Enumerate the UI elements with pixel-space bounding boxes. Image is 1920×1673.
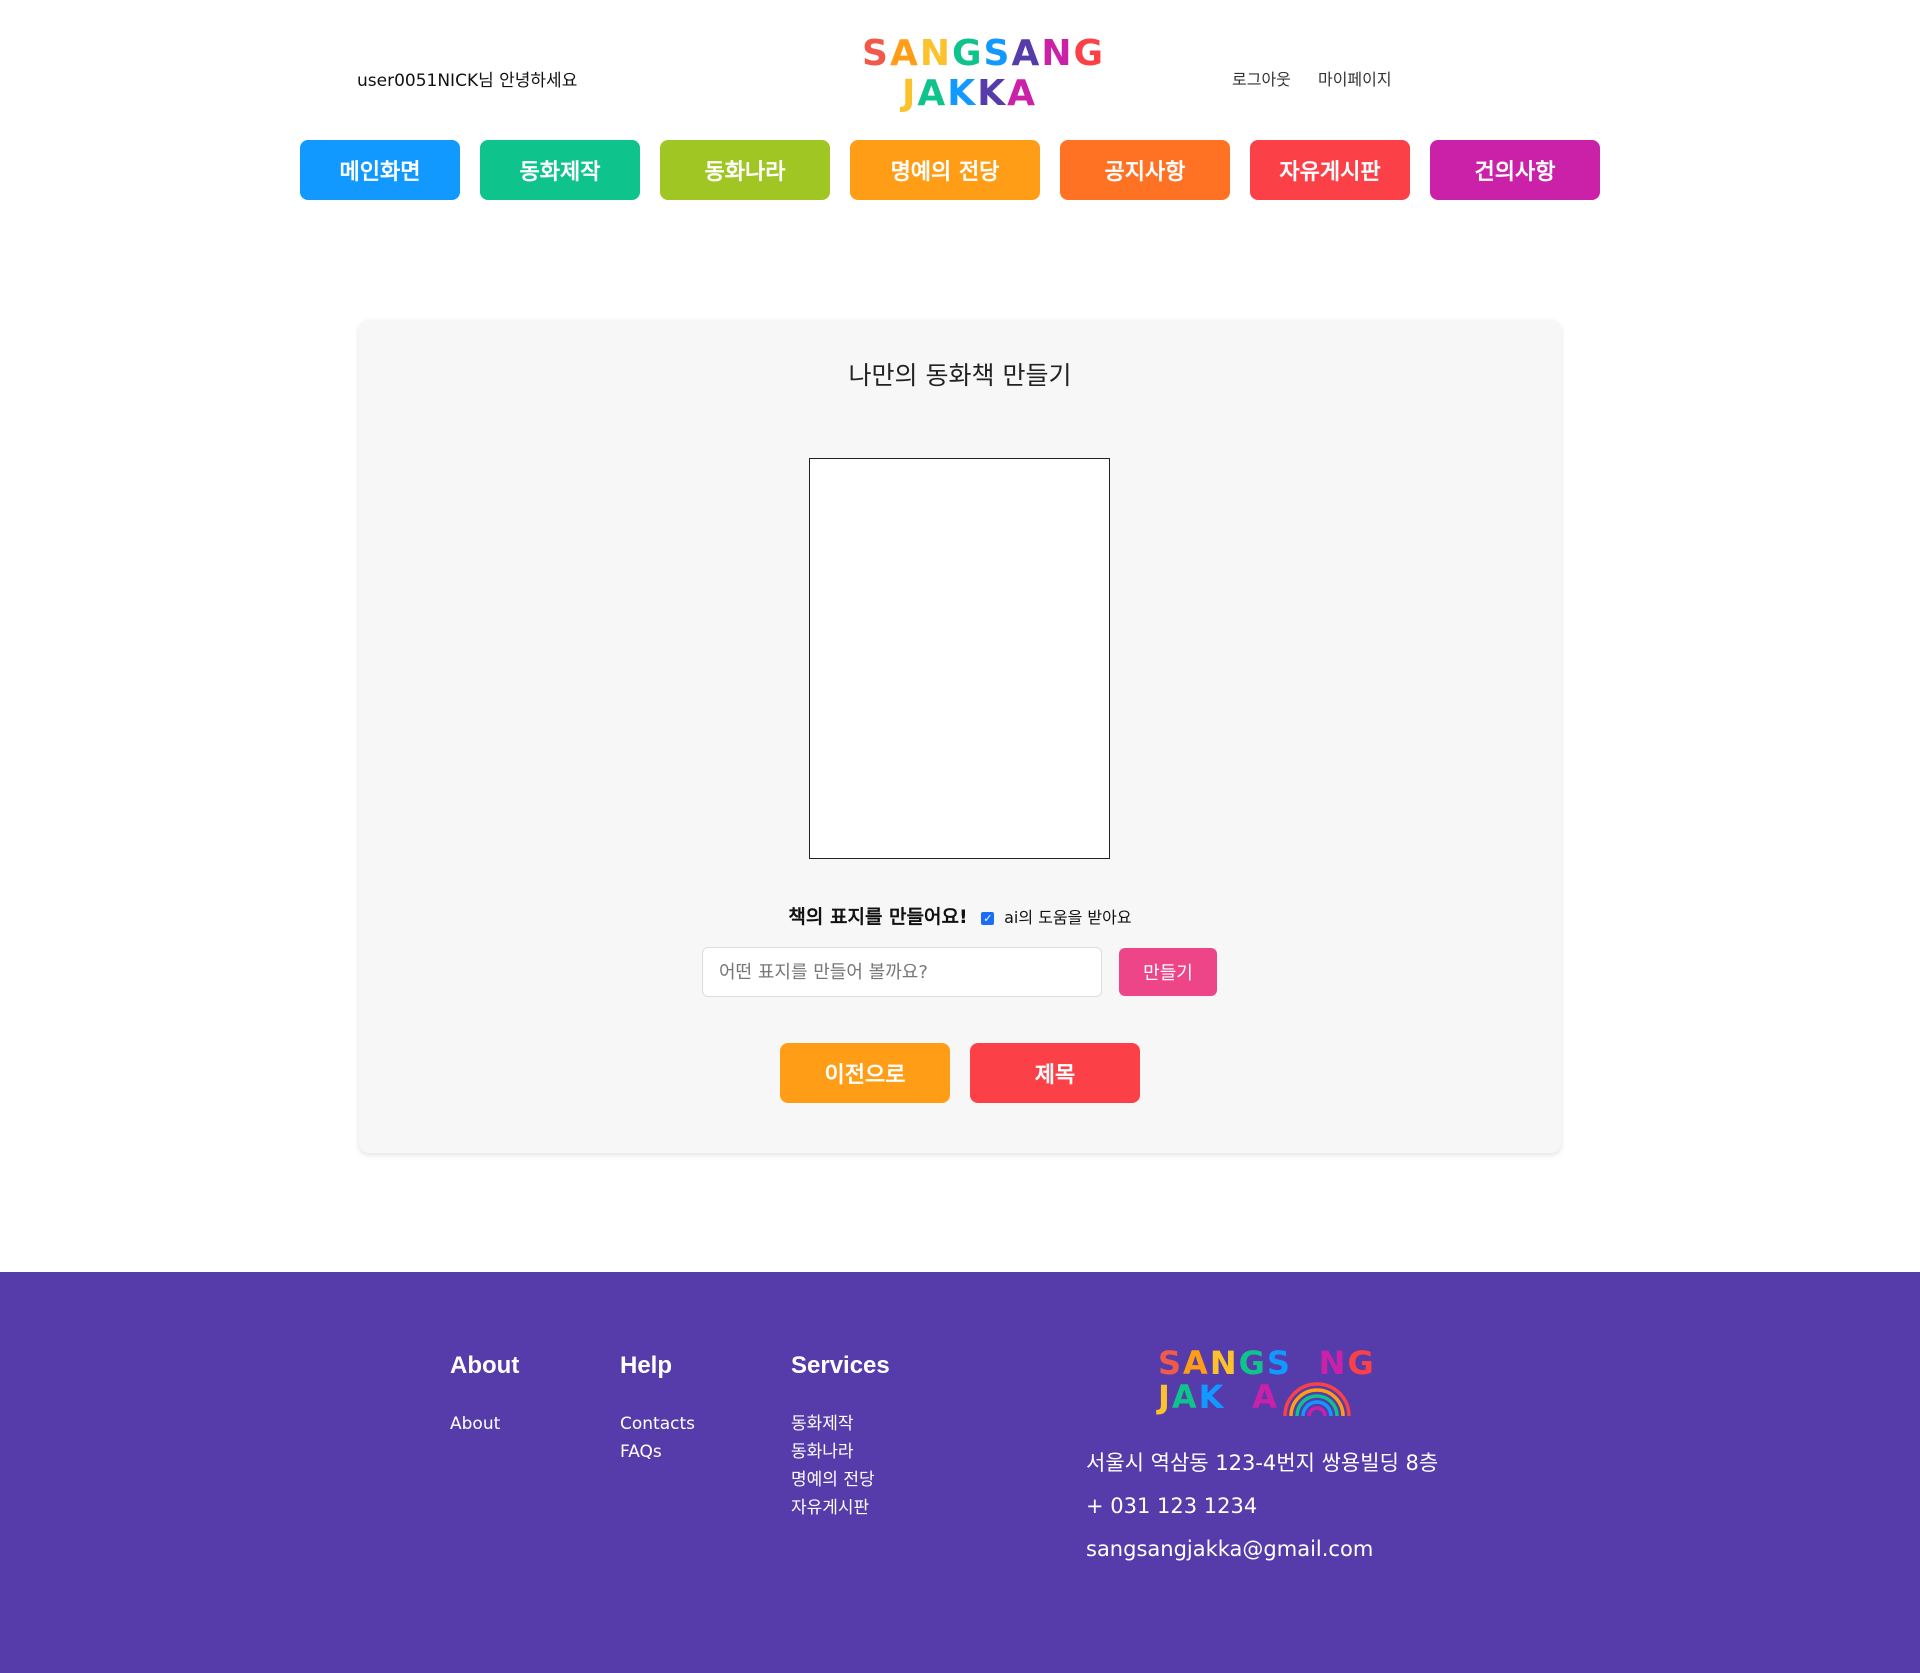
logo-letter: K [1198, 1378, 1226, 1416]
footer-email[interactable]: sangsangjakka@gmail.com [1086, 1528, 1438, 1571]
previous-button[interactable]: 이전으로 [780, 1043, 950, 1103]
nav-story-land[interactable]: 동화나라 [660, 140, 830, 200]
footer-logo: SANGSANG JAKKA [1158, 1344, 1374, 1417]
footer-services-heading: Services [791, 1352, 890, 1379]
title-button[interactable]: 제목 [970, 1043, 1140, 1103]
logo-letter: S [862, 33, 890, 74]
logo-letter: K [977, 73, 1008, 114]
logo-letter: A [1252, 1378, 1280, 1416]
footer-about-heading: About [450, 1352, 520, 1379]
nav-main[interactable]: 메인화면 [300, 140, 460, 200]
footer: About About Help Contacts FAQs Services … [0, 1272, 1920, 1673]
footer-services-column: Services 동화제작 동화나라 명예의 전당 자유게시판 [791, 1352, 890, 1522]
greeting-text: user0051NICK님 안녕하세요 [357, 71, 578, 91]
footer-contacts-link[interactable]: Contacts [620, 1410, 695, 1438]
ai-help-checkbox[interactable]: ✓ [981, 911, 995, 925]
header: user0051NICK님 안녕하세요 SANGSANG JAKKA 로그아웃 … [0, 0, 1920, 120]
nav-free-board[interactable]: 자유게시판 [1250, 140, 1410, 200]
logo-letter: S [1158, 1344, 1184, 1382]
footer-about-link[interactable]: About [450, 1410, 519, 1438]
logo-letter: S [983, 33, 1012, 74]
logo-letter: N [1041, 33, 1074, 74]
logo-letter: J [902, 73, 918, 114]
site-logo[interactable]: SANGSANG JAKKA [862, 33, 1103, 118]
footer-about-column: About About [450, 1352, 519, 1438]
logo-letter: A [1007, 73, 1037, 114]
footer-help-column: Help Contacts FAQs [620, 1352, 695, 1466]
nav-suggestions[interactable]: 건의사항 [1430, 140, 1600, 200]
logo-letter: N [1318, 1344, 1348, 1382]
nav-notice[interactable]: 공지사항 [1060, 140, 1230, 200]
logo-letter: J [1158, 1378, 1172, 1416]
logo-letter: G [951, 33, 984, 74]
nav-create-story[interactable]: 동화제작 [480, 140, 640, 200]
logo-letter: A [889, 33, 920, 74]
footer-service-halloffame-link[interactable]: 명예의 전당 [791, 1466, 890, 1494]
footer-service-storyland-link[interactable]: 동화나라 [791, 1438, 890, 1466]
logo-letter: G [1073, 33, 1106, 74]
footer-address: 서울시 역삼동 123-4번지 쌍용빌딩 8층 [1086, 1451, 1439, 1475]
create-book-card: 나만의 동화책 만들기 책의 표지를 만들어요! ✓ ai의 도움을 받아요 만… [359, 320, 1561, 1153]
footer-service-freeboard-link[interactable]: 자유게시판 [791, 1494, 890, 1522]
logo-letter: K [947, 73, 978, 114]
logo-letter: G [1347, 1344, 1376, 1382]
logo-letter: A [1011, 33, 1042, 74]
footer-logo-line-1: SANGSANG [1158, 1344, 1374, 1382]
cover-label: 책의 표지를 만들어요! [788, 906, 968, 928]
cover-options-row: 책의 표지를 만들어요! ✓ ai의 도움을 받아요 [359, 902, 1561, 929]
logo-line-1: SANGSANG [862, 33, 1103, 74]
footer-service-create-link[interactable]: 동화제작 [791, 1410, 890, 1438]
logout-link[interactable]: 로그아웃 [1232, 70, 1291, 89]
mypage-link[interactable]: 마이페이지 [1318, 70, 1392, 89]
logo-letter: A [1171, 1378, 1199, 1416]
logo-letter: A [1291, 1344, 1319, 1382]
logo-letter: G [1238, 1344, 1267, 1382]
main-nav: 메인화면 동화제작 동화나라 명예의 전당 공지사항 자유게시판 건의사항 [0, 140, 1920, 200]
make-cover-button[interactable]: 만들기 [1119, 948, 1217, 996]
logo-line-2: JAKKA [862, 74, 1060, 114]
footer-phone: + 031 123 1234 [1086, 1494, 1258, 1518]
logo-letter: S [1266, 1344, 1292, 1382]
footer-contact-info: 서울시 역삼동 123-4번지 쌍용빌딩 8층 + 031 123 1234 s… [1086, 1442, 1438, 1571]
ai-help-label[interactable]: ai의 도움을 받아요 [1004, 908, 1131, 927]
book-cover-preview [809, 458, 1110, 859]
rainbow-icon [1283, 1382, 1351, 1417]
cover-prompt-input[interactable] [702, 947, 1102, 997]
logo-letter: A [917, 73, 948, 114]
footer-faqs-link[interactable]: FAQs [620, 1438, 695, 1466]
footer-help-heading: Help [620, 1352, 673, 1379]
logo-letter: N [919, 33, 952, 74]
logo-letter: N [1209, 1344, 1239, 1382]
logo-letter: K [1225, 1378, 1253, 1416]
logo-letter: A [1183, 1344, 1210, 1382]
page-title: 나만의 동화책 만들기 [848, 361, 1072, 390]
nav-hall-of-fame[interactable]: 명예의 전당 [850, 140, 1040, 200]
top-links: 로그아웃 마이페이지 [1232, 66, 1414, 90]
